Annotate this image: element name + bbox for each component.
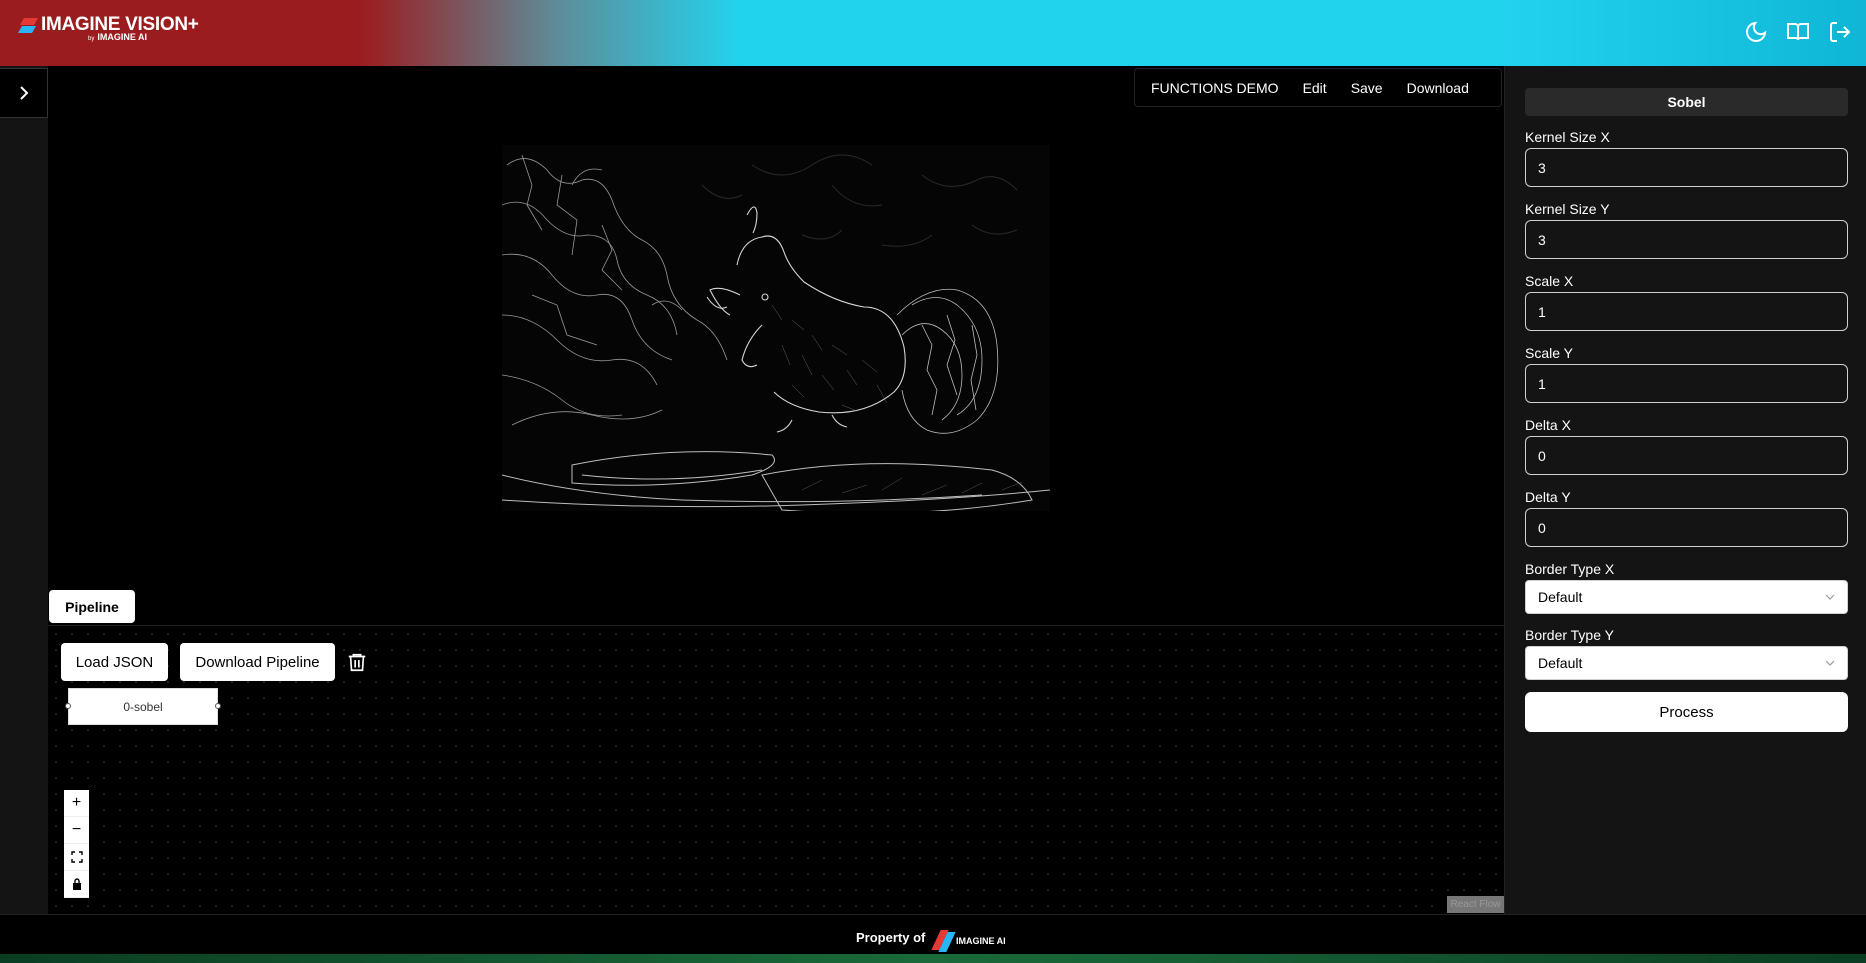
logo-mark-icon <box>17 18 39 34</box>
app-header: IMAGINE VISION+ by IMAGINE AI <box>0 0 1866 66</box>
border-type-y-value: Default <box>1538 655 1583 671</box>
delta-x-input[interactable]: 0 <box>1525 436 1848 475</box>
lock-icon[interactable] <box>64 871 89 898</box>
footer-accent-bar <box>0 954 1866 963</box>
process-button[interactable]: Process <box>1525 692 1848 732</box>
kernel-size-x-label: Kernel Size X <box>1525 129 1610 145</box>
download-pipeline-button[interactable]: Download Pipeline <box>180 643 335 681</box>
tab-pipeline[interactable]: Pipeline <box>49 590 135 623</box>
border-type-x-select[interactable]: Default <box>1525 580 1848 614</box>
processed-image <box>502 145 1050 511</box>
node-output-handle[interactable] <box>215 703 221 709</box>
border-type-y-label: Border Type Y <box>1525 627 1614 643</box>
footer-company: IMAGINE AI <box>956 936 1006 946</box>
menu-functions-demo[interactable]: FUNCTIONS DEMO <box>1151 80 1279 96</box>
scale-x-label: Scale X <box>1525 273 1574 289</box>
delta-x-label: Delta X <box>1525 417 1571 433</box>
scale-y-label: Scale Y <box>1525 345 1573 361</box>
kernel-size-y-input[interactable]: 3 <box>1525 220 1848 259</box>
node-input-handle[interactable] <box>65 703 71 709</box>
moon-icon[interactable] <box>1744 20 1768 44</box>
delta-y-label: Delta Y <box>1525 489 1571 505</box>
border-type-x-value: Default <box>1538 589 1583 605</box>
menu-download[interactable]: Download <box>1407 80 1469 96</box>
border-type-y-select[interactable]: Default <box>1525 646 1848 680</box>
flow-controls: + − <box>64 790 89 898</box>
panel-title: Sobel <box>1525 88 1848 116</box>
kernel-size-x-input[interactable]: 3 <box>1525 148 1848 187</box>
chevron-right-icon <box>19 86 28 100</box>
delta-y-input[interactable]: 0 <box>1525 508 1848 547</box>
footer-logo: IMAGINE AI <box>931 930 1006 952</box>
chevron-down-icon <box>1825 594 1835 600</box>
kernel-size-y-label: Kernel Size Y <box>1525 201 1610 217</box>
border-type-x-label: Border Type X <box>1525 561 1615 577</box>
book-icon[interactable] <box>1786 20 1810 44</box>
pipeline-node[interactable]: 0-sobel <box>68 688 218 725</box>
expand-sidebar-button[interactable] <box>0 68 48 118</box>
scale-x-input[interactable]: 1 <box>1525 292 1848 331</box>
load-json-button[interactable]: Load JSON <box>61 643 168 681</box>
react-flow-attribution[interactable]: React Flow <box>1447 896 1504 913</box>
top-menu: FUNCTIONS DEMO Edit Save Download <box>1134 68 1502 107</box>
zoom-out-icon[interactable]: − <box>64 817 89 844</box>
left-sidebar <box>0 66 48 914</box>
menu-edit[interactable]: Edit <box>1303 80 1327 96</box>
zoom-in-icon[interactable]: + <box>64 790 89 817</box>
chevron-down-icon <box>1825 660 1835 666</box>
trash-icon[interactable] <box>346 651 368 673</box>
brand-subtitle: by IMAGINE AI <box>88 32 148 42</box>
footer-property-text: Property of <box>856 930 926 945</box>
logout-icon[interactable] <box>1828 20 1852 44</box>
fit-view-icon[interactable] <box>64 844 89 871</box>
footer-logo-mark-icon <box>931 930 956 952</box>
scale-y-input[interactable]: 1 <box>1525 364 1848 403</box>
menu-save[interactable]: Save <box>1351 80 1383 96</box>
